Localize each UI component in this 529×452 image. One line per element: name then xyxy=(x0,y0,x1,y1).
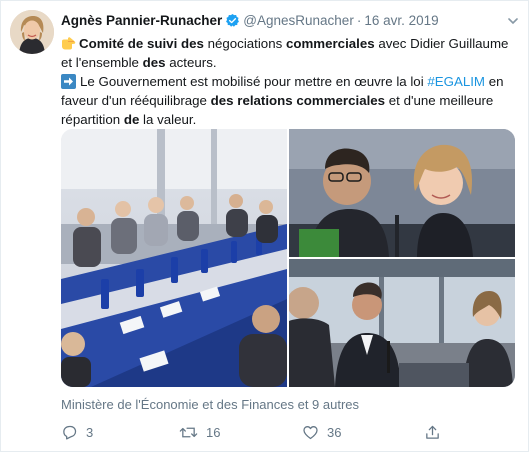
text-run: négociations xyxy=(203,36,286,51)
text-bold: des xyxy=(142,55,166,70)
media-grid xyxy=(61,129,515,387)
reply-button[interactable]: 3 xyxy=(61,422,93,442)
text-run: la valeur. xyxy=(139,112,197,127)
like-button[interactable]: 36 xyxy=(302,422,341,442)
backhand-index-pointing-right-icon xyxy=(61,36,76,50)
right-arrow-icon xyxy=(61,74,76,89)
tweet-card[interactable]: Agnès Pannier-Runacher @AgnesRunacher · 16 … xyxy=(0,0,529,452)
retweet-icon xyxy=(179,424,206,441)
tweet-text: Comité de suivi des négociations commerc… xyxy=(61,34,523,129)
tweet-header: Agnès Pannier-Runacher @AgnesRunacher · 16 … xyxy=(61,13,523,31)
verified-badge-icon xyxy=(225,13,240,28)
photo-minister-speaking[interactable] xyxy=(289,259,515,387)
author-name[interactable]: Agnès Pannier-Runacher xyxy=(61,13,222,28)
reply-icon xyxy=(61,424,86,441)
reply-count: 3 xyxy=(86,424,94,440)
text-run: acteurs. xyxy=(165,55,217,70)
header-separator: · xyxy=(356,13,362,28)
hashtag-link[interactable]: #EGALIM xyxy=(427,74,485,89)
photo-meeting-table[interactable] xyxy=(61,129,287,387)
heart-icon xyxy=(302,424,327,441)
share-icon xyxy=(424,424,449,441)
tweet-paragraph-1: Comité de suivi des négociations commerc… xyxy=(61,34,523,72)
share-button[interactable] xyxy=(424,422,449,442)
retweet-count: 16 xyxy=(206,424,221,440)
text-bold: des relations commerciales xyxy=(210,93,386,108)
text-bold: commerciales xyxy=(285,36,375,51)
text-bold: Comité de suivi des xyxy=(79,36,204,51)
retweeted-by-context[interactable]: Ministère de l'Économie et des Finances … xyxy=(61,397,359,412)
tweet-date[interactable]: 16 avr. 2019 xyxy=(364,13,438,28)
text-run: Le Gouvernement est mobilisé pour mettre… xyxy=(80,74,428,89)
text-bold: de xyxy=(123,112,140,127)
photo-portraits[interactable] xyxy=(289,129,515,257)
tweet-actions: 3 16 36 xyxy=(61,422,461,442)
avatar[interactable] xyxy=(10,10,54,54)
author-handle[interactable]: @AgnesRunacher xyxy=(243,13,354,28)
chevron-down-icon[interactable] xyxy=(507,15,519,27)
like-count: 36 xyxy=(327,424,342,440)
tweet-paragraph-2: Le Gouvernement est mobilisé pour mettre… xyxy=(61,72,523,129)
retweet-button[interactable]: 16 xyxy=(179,422,220,442)
